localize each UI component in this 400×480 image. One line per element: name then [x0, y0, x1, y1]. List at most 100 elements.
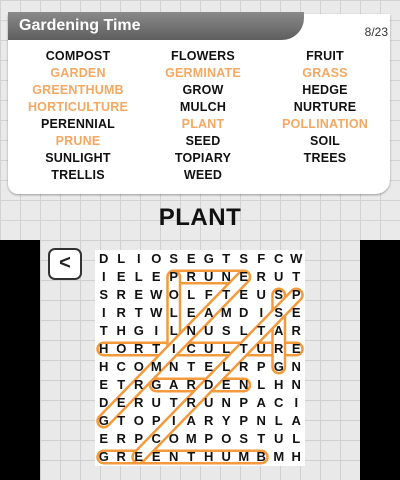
grid-cell[interactable]: T [183, 358, 201, 376]
grid-cell[interactable]: P [165, 268, 183, 286]
grid-cell[interactable]: R [130, 376, 148, 394]
grid-cell[interactable]: R [200, 412, 218, 430]
grid-cell[interactable]: T [165, 394, 183, 412]
grid-cell[interactable]: R [113, 430, 131, 448]
grid-cell[interactable]: C [183, 340, 201, 358]
grid-cell[interactable]: P [200, 430, 218, 448]
grid-cell[interactable]: W [148, 286, 166, 304]
grid-cell[interactable]: S [165, 250, 183, 268]
grid-cell[interactable]: A [200, 304, 218, 322]
grid-cell[interactable]: I [165, 340, 183, 358]
grid-cell[interactable]: W [148, 304, 166, 322]
grid-cell[interactable]: R [130, 340, 148, 358]
grid-cell[interactable]: M [148, 358, 166, 376]
grid-cell[interactable]: U [200, 322, 218, 340]
grid-cell[interactable]: H [270, 376, 288, 394]
grid-cell[interactable]: S [218, 322, 236, 340]
grid-cell[interactable]: M [183, 430, 201, 448]
grid-cell[interactable]: E [183, 250, 201, 268]
grid-cell[interactable]: O [218, 430, 236, 448]
grid-cell[interactable]: R [130, 394, 148, 412]
grid-cell[interactable]: A [253, 394, 271, 412]
grid-cell[interactable]: O [130, 412, 148, 430]
grid-cell[interactable]: R [113, 286, 131, 304]
grid-cell[interactable]: H [200, 448, 218, 466]
grid-cell[interactable]: T [113, 376, 131, 394]
grid-cell[interactable]: T [253, 430, 271, 448]
grid-cell[interactable]: I [130, 250, 148, 268]
grid-cell[interactable]: B [253, 448, 271, 466]
grid-cell[interactable]: L [270, 412, 288, 430]
grid-cell[interactable]: T [148, 340, 166, 358]
grid-cell[interactable]: T [95, 322, 113, 340]
grid-cell[interactable]: O [148, 250, 166, 268]
grid-cell[interactable]: I [288, 394, 306, 412]
grid-cell[interactable]: A [165, 376, 183, 394]
grid-cell[interactable]: G [148, 376, 166, 394]
grid-cell[interactable]: E [95, 376, 113, 394]
grid-cell[interactable]: S [95, 286, 113, 304]
grid-cell[interactable]: N [218, 394, 236, 412]
grid-cell[interactable]: U [253, 340, 271, 358]
grid-cell[interactable]: E [235, 286, 253, 304]
grid-cell[interactable]: I [148, 322, 166, 340]
grid-cell[interactable]: A [183, 412, 201, 430]
grid-cell[interactable]: G [270, 358, 288, 376]
grid-cell[interactable]: L [165, 304, 183, 322]
grid-cell[interactable]: U [270, 268, 288, 286]
grid-cell[interactable]: E [113, 394, 131, 412]
grid-cell[interactable]: R [183, 394, 201, 412]
grid-cell[interactable]: M [270, 448, 288, 466]
grid-cell[interactable]: D [235, 304, 253, 322]
grid-cell[interactable]: R [113, 304, 131, 322]
grid-cell[interactable]: L [130, 268, 148, 286]
grid-cell[interactable]: L [253, 376, 271, 394]
grid-cell[interactable]: T [288, 268, 306, 286]
grid-cell[interactable]: I [165, 412, 183, 430]
grid-cell[interactable]: Y [218, 412, 236, 430]
grid-cell[interactable]: R [183, 376, 201, 394]
grid-cell[interactable]: U [200, 394, 218, 412]
grid-cell[interactable]: I [95, 304, 113, 322]
grid-cell[interactable]: G [130, 322, 148, 340]
grid-cell[interactable]: L [165, 322, 183, 340]
grid-cell[interactable]: W [288, 250, 306, 268]
grid-cell[interactable]: L [218, 358, 236, 376]
grid-cell[interactable]: L [235, 322, 253, 340]
grid-cell[interactable]: N [183, 322, 201, 340]
grid-cell[interactable]: N [288, 376, 306, 394]
grid-cell[interactable]: O [130, 358, 148, 376]
grid-cell[interactable]: E [288, 340, 306, 358]
grid-cell[interactable]: U [148, 394, 166, 412]
grid-cell[interactable]: A [270, 322, 288, 340]
grid-cell[interactable]: T [130, 304, 148, 322]
grid-cell[interactable]: R [288, 322, 306, 340]
grid-cell[interactable]: U [200, 340, 218, 358]
grid-cell[interactable]: F [200, 286, 218, 304]
grid-cell[interactable]: N [165, 358, 183, 376]
grid-cell[interactable]: I [95, 268, 113, 286]
grid-cell[interactable]: O [113, 340, 131, 358]
grid-cell[interactable]: S [270, 286, 288, 304]
grid-cell[interactable]: P [130, 430, 148, 448]
grid-cell[interactable]: M [218, 304, 236, 322]
grid-cell[interactable]: P [235, 394, 253, 412]
grid-cell[interactable]: T [218, 250, 236, 268]
grid-cell[interactable]: N [165, 448, 183, 466]
grid-cell[interactable]: P [148, 412, 166, 430]
grid-cell[interactable]: N [218, 268, 236, 286]
grid-cell[interactable]: D [95, 250, 113, 268]
grid-cell[interactable]: N [288, 358, 306, 376]
grid-cell[interactable]: T [113, 412, 131, 430]
grid-cell[interactable]: C [148, 430, 166, 448]
grid-cell[interactable]: U [200, 268, 218, 286]
grid-cell[interactable]: E [200, 358, 218, 376]
grid-cell[interactable]: L [183, 286, 201, 304]
grid-cell[interactable]: E [148, 268, 166, 286]
grid-cell[interactable]: E [130, 448, 148, 466]
grid-cell[interactable]: D [200, 376, 218, 394]
grid-cell[interactable]: R [235, 358, 253, 376]
grid-cell[interactable]: O [165, 430, 183, 448]
grid-cell[interactable]: C [270, 250, 288, 268]
grid-cell[interactable]: T [183, 448, 201, 466]
